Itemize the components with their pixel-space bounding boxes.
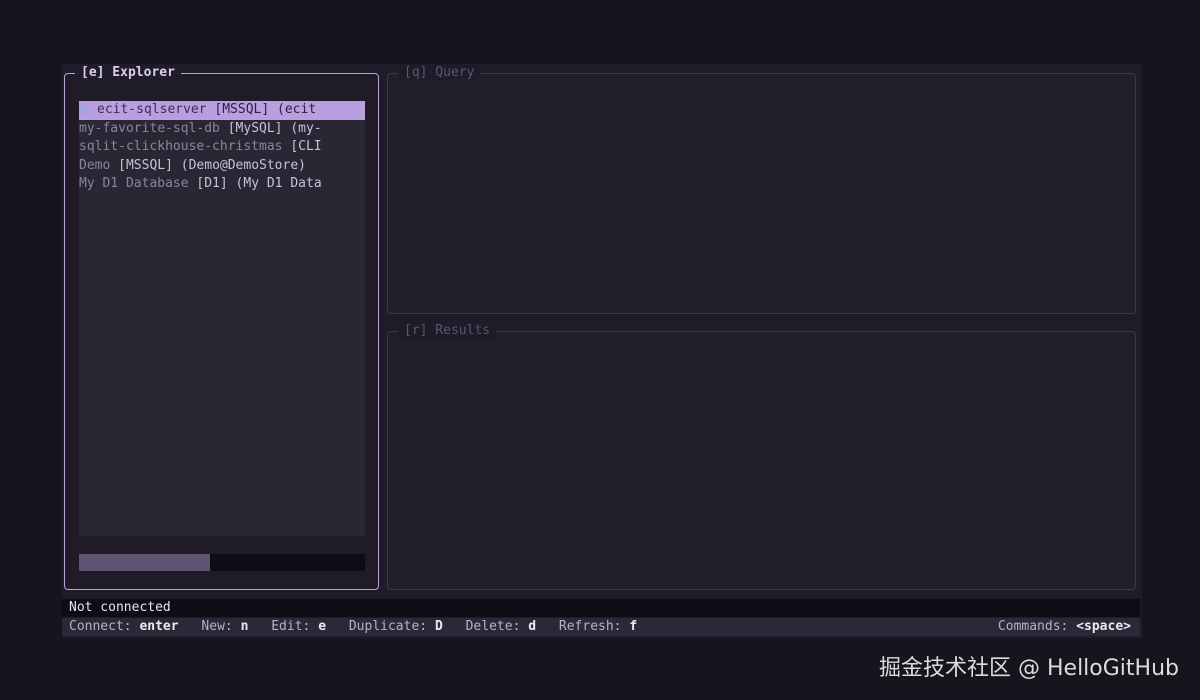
connection-tag: [CLI	[290, 139, 322, 154]
connection-tag: [D1]	[196, 176, 228, 191]
keybinding-key: d	[528, 619, 537, 634]
keybinding-key: <space>	[1076, 619, 1131, 634]
connection-detail: (ecit	[277, 102, 317, 117]
status-text: Not connected	[69, 600, 171, 615]
connection-tag: [MSSQL]	[118, 157, 173, 173]
query-panel[interactable]: [q] Query	[387, 65, 1136, 314]
keybinding-new[interactable]: New: n	[201, 619, 248, 634]
tree-item-my-favorite-sql-db[interactable]: my-favorite-sql-db [MySQL] (my-	[79, 120, 365, 139]
connection-tag: [MySQL]	[227, 120, 283, 136]
keybinding-label: Delete:	[465, 619, 521, 634]
keybinding-key: f	[629, 619, 638, 634]
keybinding-label: Duplicate:	[348, 619, 428, 634]
keybinding-label: Commands:	[997, 619, 1069, 634]
connection-detail: (My D1 Data	[235, 176, 322, 191]
connection-name: my-favorite-sql-db	[79, 120, 220, 136]
keybinding-label: Edit:	[271, 619, 311, 634]
keybinding-delete[interactable]: Delete: d	[466, 619, 536, 634]
keybinding-key: D	[434, 619, 443, 634]
explorer-title: [e] Explorer	[75, 65, 181, 81]
keybinding-key: e	[318, 619, 327, 634]
results-title: [r] Results	[398, 323, 497, 339]
database-icon: ⛁	[79, 103, 89, 116]
connection-name: sqlit-clickhouse-christmas	[79, 139, 283, 154]
keybinding-commands[interactable]: Commands: <space>	[998, 618, 1131, 636]
keybinding-key: n	[240, 619, 249, 634]
tree-item-my-d1-database[interactable]: My D1 Database [D1] (My D1 Data	[79, 175, 365, 194]
keybinding-bar: Connect: enter New: n Edit: e Duplicate:…	[62, 618, 1140, 636]
keybinding-label: New:	[201, 619, 233, 634]
keybinding-label: Connect:	[69, 619, 132, 634]
query-title: [q] Query	[398, 65, 481, 81]
keybinding-edit[interactable]: Edit: e	[271, 619, 326, 634]
connection-name: My D1 Database	[79, 176, 189, 191]
horizontal-scrollbar[interactable]	[79, 554, 365, 571]
connection-detail: (my-	[290, 120, 322, 136]
tree-item-ecit-sqlserver[interactable]: ⛁ ecit-sqlserver [MSSQL] (ecit	[79, 101, 365, 120]
watermark: 掘金技术社区 @ HelloGitHub	[879, 656, 1179, 681]
tree-item-demo[interactable]: Demo [MSSQL] (Demo@DemoStore)	[79, 157, 365, 176]
connection-tag: [MSSQL]	[214, 102, 270, 117]
scrollbar-thumb[interactable]	[79, 554, 210, 571]
connection-detail: (Demo@DemoStore)	[180, 157, 306, 173]
results-panel[interactable]: [r] Results	[387, 323, 1136, 590]
connection-name: Demo	[79, 157, 111, 173]
explorer-panel[interactable]: [e] Explorer ⛁ ecit-sqlserver [MSSQL] (ec…	[64, 65, 379, 590]
tree-item-sqlit-clickhouse-christmas[interactable]: sqlit-clickhouse-christmas [CLI	[79, 138, 365, 157]
keybinding-connect[interactable]: Connect: enter	[69, 619, 179, 634]
keybinding-refresh[interactable]: Refresh: f	[559, 619, 637, 634]
connection-tree[interactable]: ⛁ ecit-sqlserver [MSSQL] (ecit my-favorit…	[79, 101, 365, 536]
keybinding-duplicate[interactable]: Duplicate: D	[349, 619, 443, 634]
keybinding-label: Refresh:	[558, 619, 622, 634]
connection-name: ecit-sqlserver	[97, 102, 207, 117]
keybinding-key: enter	[139, 619, 179, 634]
app-window: [e] Explorer ⛁ ecit-sqlserver [MSSQL] (ec…	[62, 64, 1142, 638]
status-bar: Not connected	[62, 599, 1140, 617]
